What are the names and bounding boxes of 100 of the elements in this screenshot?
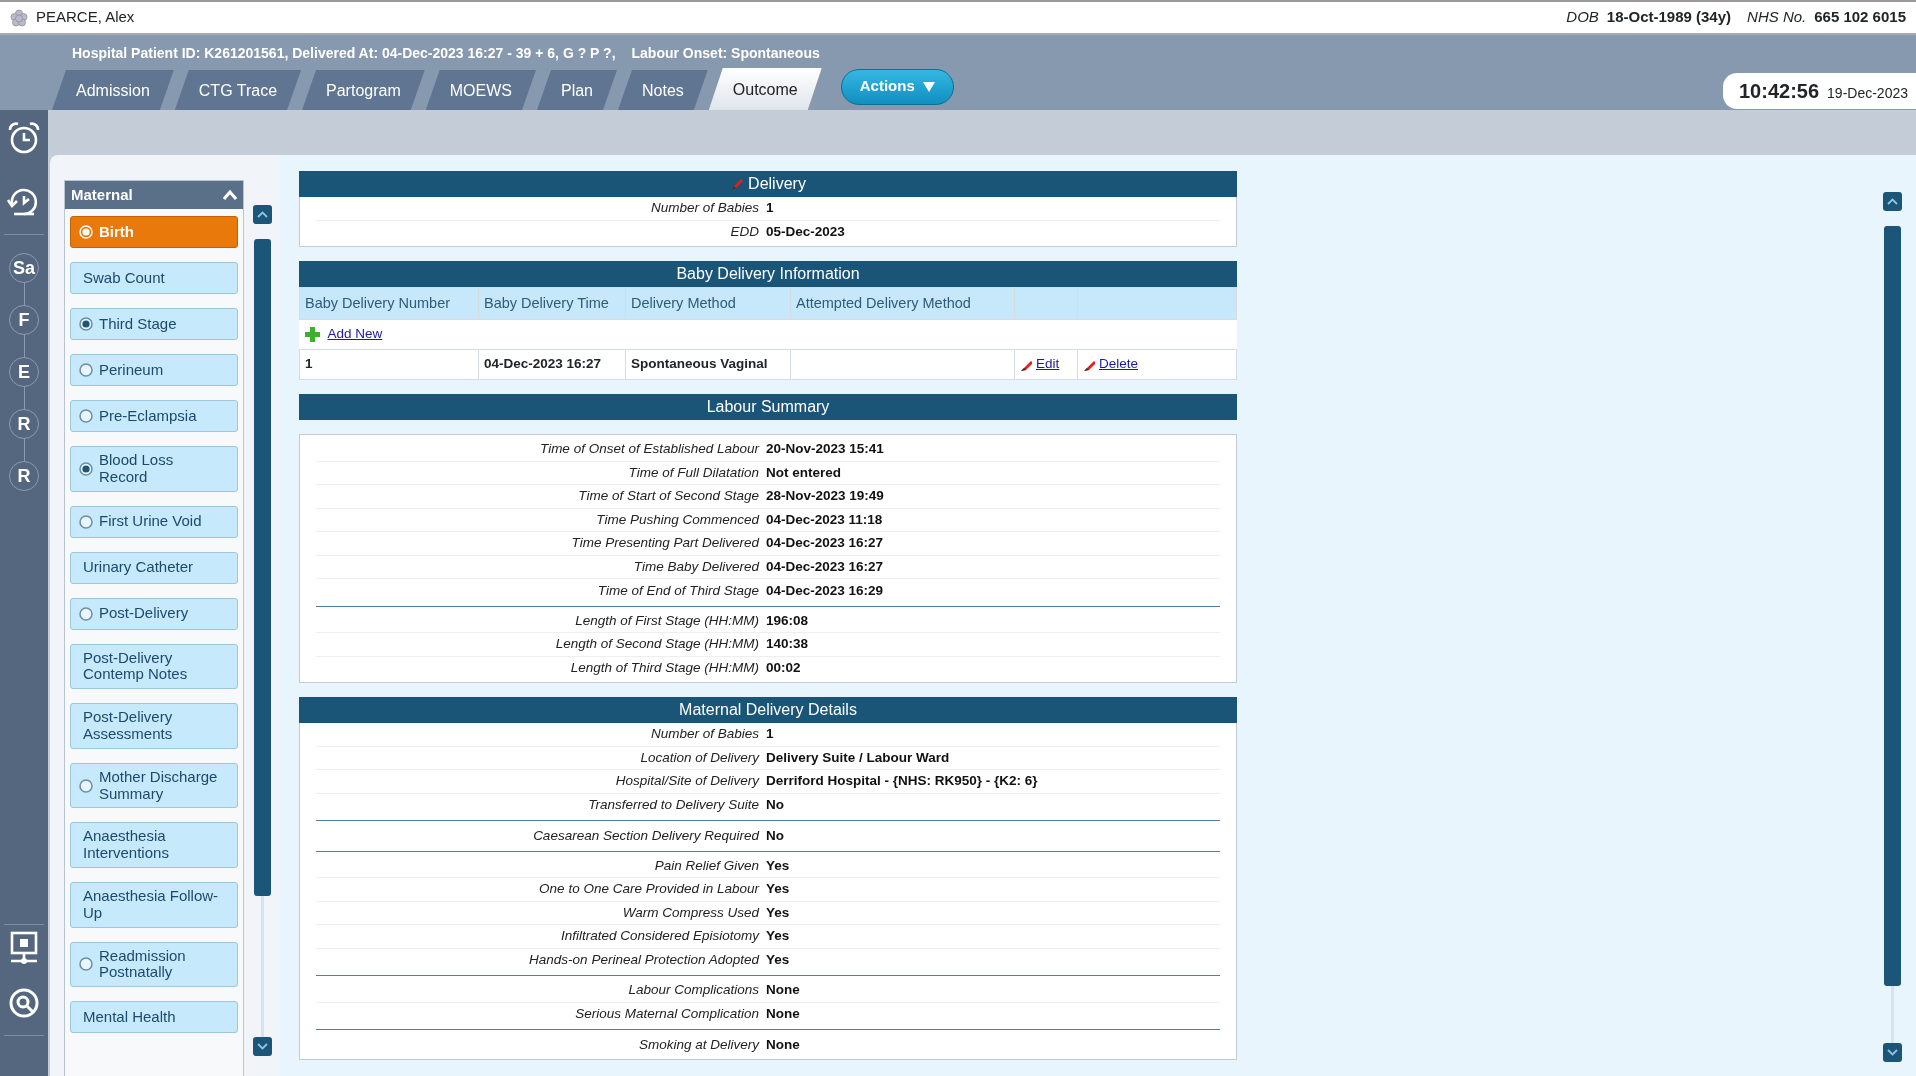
sidebar-item[interactable]: Readmission Postnatally — [70, 941, 238, 988]
sidebar-item[interactable]: Pre-Eclampsia — [70, 400, 238, 432]
shortcut-button[interactable]: Sa — [9, 253, 39, 283]
field-value: Yes — [766, 927, 791, 946]
sidebar-item[interactable]: Post-Delivery — [70, 597, 238, 630]
tab[interactable]: Partogram — [302, 70, 425, 110]
field-label: Time of Onset of Established Labour — [539, 440, 761, 459]
sidebar-item[interactable]: Blood Loss Record — [70, 446, 238, 492]
chevron-down-icon — [256, 1043, 268, 1050]
tab[interactable]: Admission — [52, 70, 174, 110]
field-value: 1 — [766, 199, 775, 218]
nhs-value: 665 102 6015 — [1814, 7, 1906, 28]
delete-link[interactable]: Delete — [1099, 354, 1139, 375]
field-label: Smoking at Delivery — [637, 1035, 761, 1054]
column-header: Baby Delivery Time — [478, 287, 626, 320]
field-label: Number of Babies — [649, 199, 760, 218]
patient-name: PEARCE, Alex — [36, 7, 135, 28]
table-cell: 04-Dec-2023 16:27 — [478, 349, 626, 380]
sidebar-item[interactable]: Post-Delivery Assessments — [70, 703, 238, 749]
section-title: Maternal Delivery Details — [679, 700, 857, 720]
nhs-label: NHS No. — [1747, 7, 1807, 28]
dob-value: 18-Oct-1989 (34y) — [1606, 7, 1732, 28]
sidebar-item[interactable]: Post-Delivery Contemp Notes — [70, 643, 238, 690]
field-value: No — [766, 826, 785, 845]
chevron-down-icon — [1886, 1049, 1898, 1056]
field-label: Location of Delivery — [639, 748, 761, 767]
field-label: Time of End of Third Stage — [596, 581, 760, 600]
field-label: Time Presenting Part Delivered — [570, 534, 761, 553]
field-value: 1 — [766, 725, 775, 744]
field-label: Caesarean Section Delivery Required — [532, 826, 761, 845]
sidebar-title: Maternal — [71, 184, 133, 205]
plus-icon[interactable] — [304, 327, 320, 342]
shortcut-button[interactable]: R — [9, 461, 39, 491]
shortcut-button[interactable]: F — [9, 305, 39, 335]
scroll-up-button[interactable] — [252, 205, 272, 224]
field-value: 196:08 — [766, 611, 810, 630]
scroll-down-button[interactable] — [252, 1037, 272, 1056]
section-header[interactable]: Maternal — [65, 181, 243, 209]
tab[interactable]: Plan — [536, 70, 617, 110]
tab[interactable]: Outcome — [708, 68, 822, 110]
field-value: 20-Nov-2023 15:41 — [766, 440, 885, 459]
patient-banner-text: Hospital Patient ID: K261201561, Delivered At: 04-Dec-2023 16:27 - 39 + 6, G ? P ?, — [72, 44, 616, 63]
patient-banner-text: Labour Onset: Spontaneous — [631, 44, 820, 63]
column-header: Delivery Method — [625, 287, 791, 320]
chevron-up-icon — [256, 211, 268, 218]
tab[interactable]: MOEWS — [425, 70, 536, 110]
sidebar-item[interactable]: Third Stage — [70, 308, 238, 340]
field-label: Time of Full Dilatation — [627, 463, 760, 482]
scroll-down-button[interactable] — [1882, 1043, 1902, 1062]
field-label: Serious Maternal Complication — [574, 1005, 760, 1024]
field-value: 05-Dec-2023 — [766, 223, 846, 242]
field-value: 00:02 — [766, 659, 802, 678]
sidebar-item[interactable]: Anaesthesia Interventions — [70, 822, 238, 868]
shortcut-button[interactable]: R — [9, 409, 39, 439]
sidebar-item[interactable]: Perineum — [70, 354, 238, 386]
column-header: Attempted Delivery Method — [790, 287, 1015, 320]
table-cell: Spontaneous Vaginal — [625, 349, 791, 380]
sidebar-item[interactable]: First Urine Void — [70, 505, 238, 538]
field-label: Labour Complications — [627, 981, 760, 1000]
field-value: No — [766, 796, 785, 815]
section-title: Delivery — [748, 174, 806, 194]
table-cell: 1 — [299, 349, 479, 380]
field-label: Transferred to Delivery Suite — [587, 796, 760, 815]
field-label: Infiltrated Considered Episiotomy — [559, 927, 761, 946]
sidebar-item[interactable]: Mother Discharge Summary — [70, 762, 238, 809]
tab[interactable]: CTG Trace — [174, 70, 302, 110]
sidebar-item[interactable]: Mental Health — [70, 1001, 238, 1034]
shortcut-button[interactable]: E — [9, 357, 39, 387]
user-icon — [10, 8, 28, 27]
scrollbar-thumb[interactable] — [253, 239, 271, 896]
field-label: Hospital/Site of Delivery — [614, 772, 761, 791]
pencil-icon[interactable] — [1020, 358, 1032, 371]
sidebar-item[interactable]: Urinary Catheter — [70, 551, 238, 584]
scroll-up-button[interactable] — [1882, 192, 1902, 211]
field-label: EDD — [729, 223, 760, 242]
alarm-clock-icon[interactable] — [6, 120, 42, 156]
field-value: 04-Dec-2023 16:29 — [766, 581, 885, 600]
pencil-icon[interactable] — [1083, 358, 1095, 371]
field-label: Warm Compress Used — [621, 903, 761, 922]
sidebar-item[interactable]: Swab Count — [70, 262, 238, 294]
tab[interactable]: Notes — [618, 70, 708, 110]
chevron-up-icon[interactable] — [223, 190, 237, 200]
field-value: Yes — [766, 951, 791, 970]
field-label: Time Baby Delivered — [632, 557, 761, 576]
field-value: Not entered — [766, 463, 842, 482]
field-value: Yes — [766, 856, 791, 875]
field-label: Pain Relief Given — [653, 856, 760, 875]
field-value: None — [766, 1005, 801, 1024]
add-new-link[interactable]: Add New — [327, 324, 383, 345]
sidebar-item[interactable]: Anaesthesia Follow-Up — [70, 881, 238, 928]
field-label: Length of Second Stage (HH:MM) — [554, 635, 760, 654]
field-value: None — [766, 981, 801, 1000]
dob-label: DOB — [1566, 7, 1599, 28]
network-monitor-icon[interactable] — [9, 931, 39, 967]
field-value: None — [766, 1035, 801, 1054]
section-title: Baby Delivery Information — [676, 264, 860, 284]
search-icon[interactable] — [8, 987, 40, 1019]
field-value: 04-Dec-2023 16:27 — [766, 557, 885, 576]
field-value: Delivery Suite / Labour Ward — [766, 748, 951, 767]
scrollbar-thumb[interactable] — [1883, 226, 1901, 986]
